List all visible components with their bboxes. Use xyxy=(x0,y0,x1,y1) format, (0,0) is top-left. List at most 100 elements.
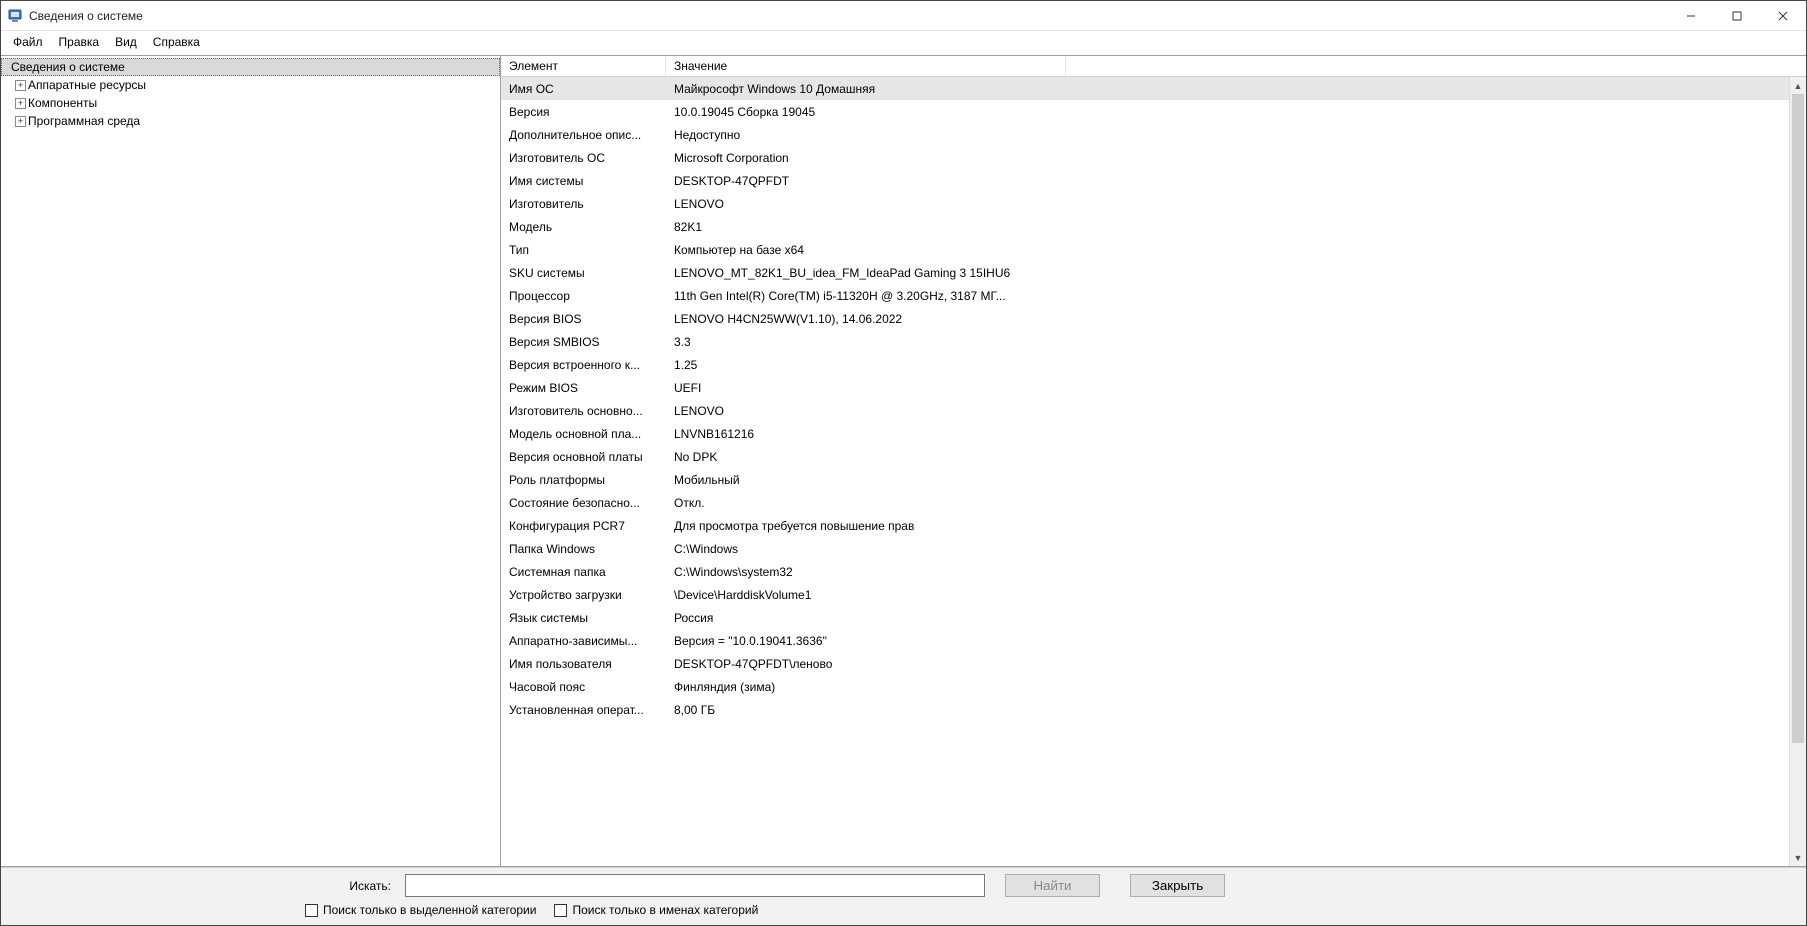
table-row[interactable]: Часовой поясФинляндия (зима) xyxy=(501,675,1806,698)
cell-value: LNVNB161216 xyxy=(666,424,1806,444)
minimize-button[interactable] xyxy=(1668,1,1714,31)
tree-item-label: Программная среда xyxy=(28,114,140,128)
table-row[interactable]: Изготовитель ОСMicrosoft Corporation xyxy=(501,146,1806,169)
app-icon xyxy=(7,8,23,24)
menu-help[interactable]: Справка xyxy=(145,31,208,55)
table-row[interactable]: Версия10.0.19045 Сборка 19045 xyxy=(501,100,1806,123)
table-row[interactable]: ТипКомпьютер на базе x64 xyxy=(501,238,1806,261)
column-header-value[interactable]: Значение xyxy=(666,56,1066,76)
cell-element: Режим BIOS xyxy=(501,378,666,398)
table-row[interactable]: Язык системыРоссия xyxy=(501,606,1806,629)
table-row[interactable]: Изготовитель основно...LENOVO xyxy=(501,399,1806,422)
table-row[interactable]: Версия основной платыNo DPK xyxy=(501,445,1806,468)
table-row[interactable]: Версия BIOSLENOVO H4CN25WW(V1.10), 14.06… xyxy=(501,307,1806,330)
cell-value: Финляндия (зима) xyxy=(666,677,1806,697)
cell-value: Компьютер на базе x64 xyxy=(666,240,1806,260)
table-row[interactable]: Конфигурация PCR7Для просмотра требуется… xyxy=(501,514,1806,537)
menubar: Файл Правка Вид Справка xyxy=(1,31,1806,55)
tree-pane[interactable]: Сведения о системе +Аппаратные ресурсы+К… xyxy=(1,56,501,866)
scroll-down-arrow[interactable]: ▼ xyxy=(1790,849,1806,866)
expander-icon[interactable]: + xyxy=(15,98,26,109)
cell-value: \Device\HarddiskVolume1 xyxy=(666,585,1806,605)
table-row[interactable]: Модель82K1 xyxy=(501,215,1806,238)
details-pane: Элемент Значение Имя ОСМайкрософт Window… xyxy=(501,56,1806,866)
tree-root: Сведения о системе +Аппаратные ресурсы+К… xyxy=(1,56,500,132)
table-row[interactable]: Процессор11th Gen Intel(R) Core(TM) i5-1… xyxy=(501,284,1806,307)
menu-edit[interactable]: Правка xyxy=(51,31,108,55)
cell-value: Недоступно xyxy=(666,125,1806,145)
table-row[interactable]: Версия SMBIOS3.3 xyxy=(501,330,1806,353)
details-rows[interactable]: Имя ОСМайкрософт Windows 10 ДомашняяВерс… xyxy=(501,77,1806,866)
menu-file[interactable]: Файл xyxy=(5,31,51,55)
cell-value: LENOVO xyxy=(666,194,1806,214)
cell-element: Изготовитель xyxy=(501,194,666,214)
table-row[interactable]: Дополнительное опис...Недоступно xyxy=(501,123,1806,146)
cell-element: SKU системы xyxy=(501,263,666,283)
checkbox-label: Поиск только в именах категорий xyxy=(572,903,758,917)
cell-element: Язык системы xyxy=(501,608,666,628)
cell-value: 3.3 xyxy=(666,332,1806,352)
cell-element: Изготовитель основно... xyxy=(501,401,666,421)
cell-element: Тип xyxy=(501,240,666,260)
details-header: Элемент Значение xyxy=(501,56,1806,77)
cell-element: Часовой пояс xyxy=(501,677,666,697)
cell-value: UEFI xyxy=(666,378,1806,398)
tree-item-label: Аппаратные ресурсы xyxy=(28,78,146,92)
table-row[interactable]: Имя пользователяDESKTOP-47QPFDT\леново xyxy=(501,652,1806,675)
vertical-scrollbar[interactable]: ▲ ▼ xyxy=(1789,77,1806,866)
details-body: Имя ОСМайкрософт Windows 10 ДомашняяВерс… xyxy=(501,77,1806,866)
table-row[interactable]: Системная папкаC:\Windows\system32 xyxy=(501,560,1806,583)
cell-value: Майкрософт Windows 10 Домашняя xyxy=(666,79,1806,99)
cell-element: Системная папка xyxy=(501,562,666,582)
cell-element: Процессор xyxy=(501,286,666,306)
cell-element: Установленная операт... xyxy=(501,700,666,720)
scroll-up-arrow[interactable]: ▲ xyxy=(1790,77,1806,94)
search-row: Искать: Найти Закрыть xyxy=(9,874,1798,897)
expander-icon[interactable]: + xyxy=(15,80,26,91)
tree-item[interactable]: +Аппаратные ресурсы xyxy=(1,76,500,94)
table-row[interactable]: ИзготовительLENOVO xyxy=(501,192,1806,215)
close-search-button[interactable]: Закрыть xyxy=(1130,874,1225,897)
cell-value: LENOVO_MT_82K1_BU_idea_FM_IdeaPad Gaming… xyxy=(666,263,1806,283)
table-row[interactable]: Папка WindowsC:\Windows xyxy=(501,537,1806,560)
scroll-track[interactable] xyxy=(1790,94,1806,849)
cell-element: Конфигурация PCR7 xyxy=(501,516,666,536)
cell-value: No DPK xyxy=(666,447,1806,467)
cell-value: Версия = "10.0.19041.3636" xyxy=(666,631,1806,651)
table-row[interactable]: Установленная операт...8,00 ГБ xyxy=(501,698,1806,721)
maximize-button[interactable] xyxy=(1714,1,1760,31)
cell-value: DESKTOP-47QPFDT\леново xyxy=(666,654,1806,674)
cell-value: Мобильный xyxy=(666,470,1806,490)
tree-item[interactable]: +Программная среда xyxy=(1,112,500,130)
find-button[interactable]: Найти xyxy=(1005,874,1100,897)
cell-element: Имя ОС xyxy=(501,79,666,99)
cell-element: Роль платформы xyxy=(501,470,666,490)
table-row[interactable]: Устройство загрузки\Device\HarddiskVolum… xyxy=(501,583,1806,606)
checkbox-names-only[interactable]: Поиск только в именах категорий xyxy=(554,903,758,917)
table-row[interactable]: Состояние безопасно...Откл. xyxy=(501,491,1806,514)
column-header-element[interactable]: Элемент xyxy=(501,56,666,76)
table-row[interactable]: Имя системыDESKTOP-47QPFDT xyxy=(501,169,1806,192)
table-row[interactable]: Модель основной пла...LNVNB161216 xyxy=(501,422,1806,445)
table-row[interactable]: Роль платформыМобильный xyxy=(501,468,1806,491)
checkbox-selected-category[interactable]: Поиск только в выделенной категории xyxy=(305,903,536,917)
table-row[interactable]: Имя ОСМайкрософт Windows 10 Домашняя xyxy=(501,77,1806,100)
table-row[interactable]: SKU системыLENOVO_MT_82K1_BU_idea_FM_Ide… xyxy=(501,261,1806,284)
tree-item[interactable]: +Компоненты xyxy=(1,94,500,112)
cell-element: Имя пользователя xyxy=(501,654,666,674)
menu-view[interactable]: Вид xyxy=(107,31,145,55)
checkbox-label: Поиск только в выделенной категории xyxy=(323,903,536,917)
titlebar: Сведения о системе xyxy=(1,1,1806,31)
search-label: Искать: xyxy=(9,879,399,893)
expander-icon[interactable]: + xyxy=(15,116,26,127)
window-title: Сведения о системе xyxy=(29,9,151,23)
search-input[interactable] xyxy=(405,874,985,897)
scroll-thumb[interactable] xyxy=(1792,94,1804,743)
table-row[interactable]: Версия встроенного к...1.25 xyxy=(501,353,1806,376)
table-row[interactable]: Аппаратно-зависимы...Версия = "10.0.1904… xyxy=(501,629,1806,652)
close-button[interactable] xyxy=(1760,1,1806,31)
table-row[interactable]: Режим BIOSUEFI xyxy=(501,376,1806,399)
cell-element: Модель xyxy=(501,217,666,237)
cell-element: Имя системы xyxy=(501,171,666,191)
tree-item-system-summary[interactable]: Сведения о системе xyxy=(1,58,500,76)
